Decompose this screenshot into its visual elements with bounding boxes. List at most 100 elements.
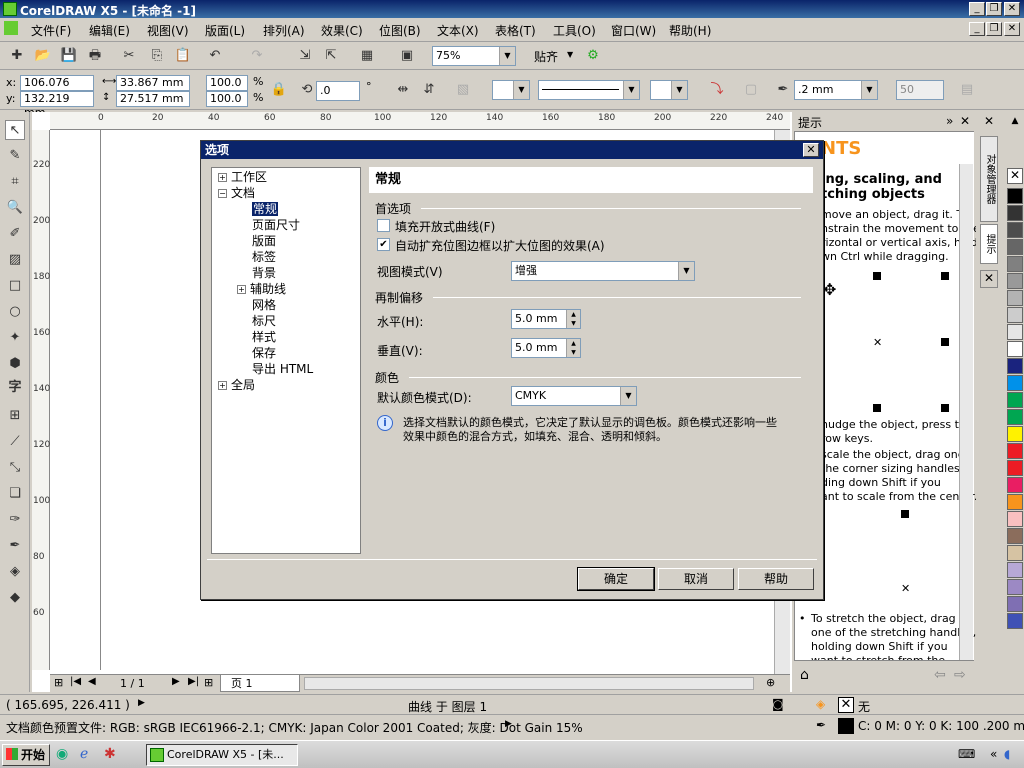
color-swatch[interactable]	[1007, 188, 1023, 204]
color-swatch[interactable]	[1007, 443, 1023, 459]
status-arrow-icon[interactable]: ▶	[505, 719, 512, 729]
fill-open-curves-checkbox[interactable]	[377, 219, 390, 232]
last-page-icon[interactable]: ▶|	[188, 676, 199, 687]
cancel-button[interactable]: 取消	[658, 568, 734, 590]
color-swatch[interactable]	[1007, 205, 1023, 221]
welcome-screen-icon[interactable]: ▣	[398, 47, 416, 65]
tray-expand-icon[interactable]: «	[990, 747, 997, 761]
print-icon[interactable]: 🖶	[86, 47, 104, 65]
browser-icon[interactable]: ◉	[56, 746, 68, 762]
status-arrow-icon[interactable]: ▶	[138, 698, 145, 708]
export-icon[interactable]: ⇱	[322, 47, 340, 65]
basic-shapes-tool-icon[interactable]: ⬢	[5, 354, 25, 374]
tree-item-guidelines[interactable]: + 辅助线	[237, 280, 286, 297]
interactive-tool-icon[interactable]: ❏	[5, 484, 25, 504]
prev-page-icon[interactable]: ◀	[88, 676, 96, 687]
mirror-horizontal-icon[interactable]: ⇹	[394, 81, 412, 99]
vertical-offset-field[interactable]: 5.0 mm ▲ ▼	[511, 338, 581, 358]
cut-icon[interactable]: ✂	[120, 47, 138, 65]
color-swatch[interactable]	[1007, 426, 1023, 442]
doc-restore-button[interactable]: ❐	[986, 22, 1002, 36]
no-fill-swatch[interactable]: ✕	[1007, 168, 1023, 184]
spin-down-icon[interactable]: ▼	[566, 319, 580, 328]
keyboard-icon[interactable]: ⌨	[958, 747, 975, 761]
color-swatch[interactable]	[1007, 494, 1023, 510]
undo-icon[interactable]: ↶	[206, 47, 224, 65]
horizontal-offset-field[interactable]: 5.0 mm ▲ ▼	[511, 309, 581, 329]
tree-item-global[interactable]: + 全局	[218, 376, 255, 393]
tree-item-document[interactable]: − 文档	[218, 184, 255, 201]
help-button[interactable]: 帮助	[738, 568, 814, 590]
color-swatch[interactable]	[1007, 596, 1023, 612]
color-mode-select[interactable]: CMYK ▼	[511, 386, 637, 406]
extra-option-icon[interactable]: ▤	[958, 81, 976, 99]
color-swatch[interactable]	[1007, 409, 1023, 425]
menu-effects[interactable]: 效果(C)	[321, 22, 363, 39]
end-arrow-select[interactable]: ▼	[650, 80, 688, 100]
tree-item-workspace[interactable]: + 工作区	[218, 168, 267, 185]
smart-fill-tool-icon[interactable]: ▨	[5, 250, 25, 270]
snap-to-button[interactable]: 贴齐	[534, 48, 558, 65]
application-launcher-icon[interactable]: ▦	[358, 47, 376, 65]
color-swatch[interactable]	[1007, 358, 1023, 374]
color-swatch[interactable]	[1007, 256, 1023, 272]
freehand-tool-icon[interactable]: ✐	[5, 224, 25, 244]
start-button[interactable]: 开始	[2, 744, 50, 766]
tree-expander-icon[interactable]: +	[218, 381, 227, 390]
table-tool-icon[interactable]: ⊞	[5, 406, 25, 426]
eyedropper-tool-icon[interactable]: ✑	[5, 510, 25, 530]
restore-button[interactable]: ❐	[986, 2, 1002, 16]
zoom-select[interactable]: 75% ▼	[432, 46, 516, 66]
back-icon[interactable]: ⇦	[934, 667, 946, 683]
color-swatch[interactable]	[1007, 477, 1023, 493]
menu-arrange[interactable]: 排列(A)	[263, 22, 305, 39]
connector-tool-icon[interactable]: ⤡	[5, 458, 25, 478]
scale-x-field[interactable]: 100.0	[206, 75, 248, 91]
spin-up-icon[interactable]: ▲	[566, 310, 580, 319]
save-icon[interactable]: 💾	[60, 47, 78, 65]
tree-expander-icon[interactable]: −	[218, 189, 227, 198]
add-page-after-icon[interactable]: ⊞	[204, 676, 213, 689]
doc-minimize-button[interactable]: _	[969, 22, 985, 36]
ellipse-tool-icon[interactable]: ○	[5, 302, 25, 322]
dialog-close-button[interactable]: ✕	[803, 143, 819, 157]
close-button[interactable]: ✕	[1004, 2, 1020, 16]
fill-tool-icon[interactable]: ◈	[5, 562, 25, 582]
menu-text[interactable]: 文本(X)	[437, 22, 479, 39]
ok-button[interactable]: 确定	[577, 567, 655, 591]
copy-icon[interactable]: ⎘	[148, 47, 166, 65]
outline-tool-icon[interactable]: ✒	[5, 536, 25, 556]
next-page-icon[interactable]: ▶	[172, 676, 180, 687]
tree-item-styles[interactable]: 样式	[252, 328, 276, 345]
color-swatch[interactable]	[1007, 324, 1023, 340]
height-field[interactable]: 27.517 mm	[116, 91, 190, 107]
menu-table[interactable]: 表格(T)	[495, 22, 536, 39]
docker-close-icon[interactable]: ✕	[960, 114, 970, 128]
minimize-button[interactable]: _	[969, 2, 985, 16]
tree-item-background[interactable]: 背景	[252, 264, 276, 281]
docker-expand-icon[interactable]: »	[946, 114, 953, 128]
auto-expand-bitmap-checkbox[interactable]: ✔	[377, 238, 390, 251]
tree-item-export-html[interactable]: 导出 HTML	[252, 360, 313, 377]
color-swatch[interactable]	[1007, 307, 1023, 323]
color-swatch[interactable]	[1007, 375, 1023, 391]
disabled-value-field[interactable]: 50	[896, 80, 944, 100]
import-icon[interactable]: ⇲	[296, 47, 314, 65]
color-swatch[interactable]	[1007, 613, 1023, 629]
spin-down-icon[interactable]: ▼	[566, 348, 580, 357]
horizontal-scrollbar[interactable]	[304, 677, 754, 690]
menu-window[interactable]: 窗口(W)	[611, 22, 656, 39]
palette-scroll-up-icon[interactable]: ▲	[1008, 116, 1022, 130]
convert-curves-icon[interactable]: ▢	[742, 81, 760, 99]
rectangle-tool-icon[interactable]: □	[5, 276, 25, 296]
pick-tool-icon[interactable]: ↖	[5, 120, 25, 140]
lock-ratio-icon[interactable]: 🔒	[270, 81, 288, 99]
menu-edit[interactable]: 编辑(E)	[89, 22, 130, 39]
crop-tool-icon[interactable]: ⌗	[5, 172, 25, 192]
zoom-tool-icon[interactable]: 🔍	[5, 198, 25, 218]
home-icon[interactable]: ⌂	[800, 667, 809, 683]
menu-file[interactable]: 文件(F)	[31, 22, 71, 39]
line-style-select[interactable]: ▼	[538, 80, 640, 100]
open-icon[interactable]: 📂	[34, 47, 52, 65]
y-position-field[interactable]: 132.219 mm	[20, 91, 94, 119]
